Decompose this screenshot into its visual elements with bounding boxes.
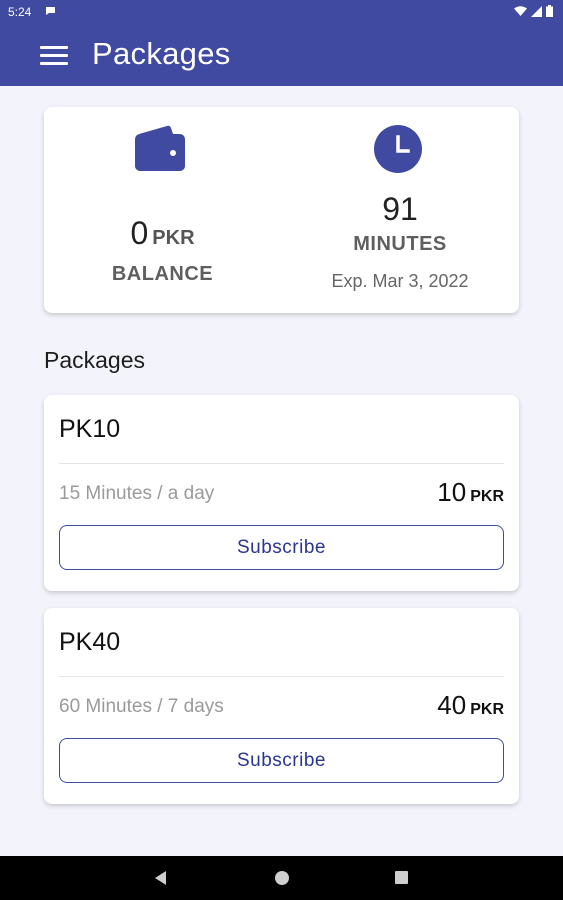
expiry-date: Exp. Mar 3, 2022 [331,271,469,291]
home-icon[interactable] [275,871,289,885]
divider [59,676,504,677]
app-bar: Packages [0,24,563,86]
account-summary-card: 0 PKR BALANCE 91 MINUTES Exp. Mar 3, 2022 [44,107,519,313]
balance-amount: 0 PKR [44,215,281,252]
packages-heading: Packages [44,347,146,373]
divider [59,463,504,464]
signal-icon [531,5,542,17]
message-notification-icon [46,7,55,15]
package-description: 15 Minutes / a day [59,483,215,504]
price-value: 10 [437,477,467,507]
subscribe-button[interactable]: Subscribe [59,738,504,783]
clock-icon [374,125,422,173]
package-name: PK40 [59,628,121,656]
status-bar: 5:24 [0,0,563,24]
status-time: 5:24 [8,5,32,19]
price-currency: PKR [470,701,504,718]
page-title: Packages [92,36,231,71]
back-icon[interactable] [155,871,167,885]
subscribe-button[interactable]: Subscribe [59,525,504,570]
wifi-icon [514,5,527,16]
price-value: 40 [437,690,467,720]
balance-unit: PKR [152,227,195,249]
package-price: 40 PKR [437,690,504,721]
system-nav-bar [0,856,563,900]
package-card: PK40 60 Minutes / 7 days 40 PKR Subscribe [44,608,519,804]
status-icons [514,5,553,17]
package-card: PK10 15 Minutes / a day 10 PKR Subscribe [44,395,519,591]
minutes-label: MINUTES [353,233,447,255]
package-price: 10 PKR [437,477,504,508]
minutes-value: 91 [382,191,418,227]
package-description: 60 Minutes / 7 days [59,696,224,717]
balance-label: BALANCE [111,263,214,285]
hamburger-menu-icon[interactable] [38,43,70,67]
balance-value: 0 [130,215,149,251]
wallet-icon [135,125,185,171]
price-currency: PKR [470,488,504,505]
recents-icon[interactable] [395,871,408,884]
package-name: PK10 [59,415,121,443]
battery-icon [546,5,553,17]
